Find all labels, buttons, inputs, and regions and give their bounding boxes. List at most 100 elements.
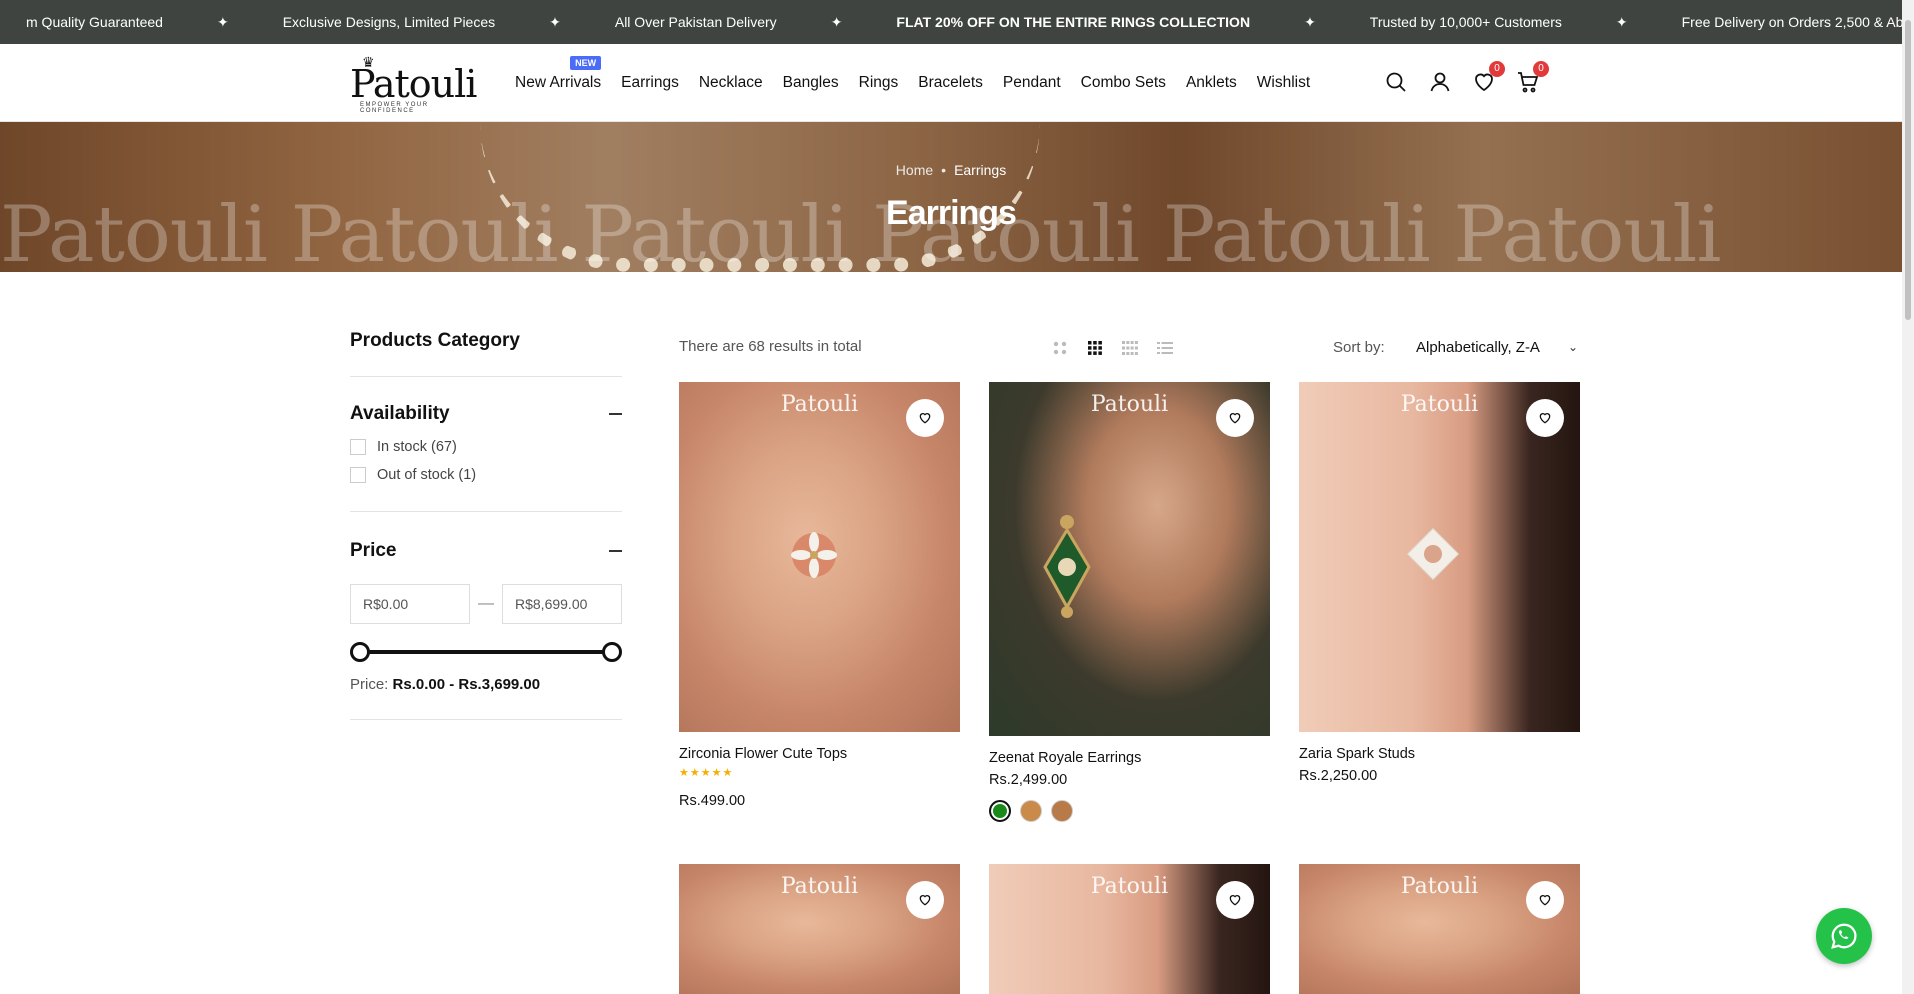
- announcement-message: Free Delivery on Orders 2,500 & Above: [1681, 14, 1902, 30]
- nav-pendant[interactable]: Pendant: [1003, 74, 1061, 92]
- filter-label: In stock (67): [377, 439, 457, 455]
- account-icon[interactable]: [1428, 70, 1452, 94]
- add-to-wishlist-button[interactable]: [1216, 881, 1254, 919]
- price-max-input[interactable]: R$8,699.00: [502, 584, 622, 624]
- price-inputs: R$0.00 — R$8,699.00: [350, 584, 622, 624]
- nav-wishlist[interactable]: Wishlist: [1257, 74, 1310, 92]
- product-card[interactable]: Patouli: [679, 864, 960, 994]
- cart-icon[interactable]: 0: [1516, 61, 1549, 94]
- heart-icon: [1229, 413, 1241, 424]
- product-name[interactable]: Zaria Spark Studs: [1299, 746, 1580, 762]
- list-view-icon[interactable]: [1157, 340, 1173, 356]
- nav-combo-sets[interactable]: Combo Sets: [1081, 74, 1166, 92]
- scrollbar-thumb[interactable]: [1905, 20, 1911, 320]
- announcement-message: All Over Pakistan Delivery: [614, 14, 777, 30]
- price-label-prefix: Price:: [350, 676, 389, 693]
- page-title: Earrings: [886, 194, 1017, 232]
- product-name[interactable]: Zeenat Royale Earrings: [989, 750, 1270, 766]
- product-price: Rs.2,250.00: [1299, 768, 1378, 784]
- nav-earrings[interactable]: Earrings: [621, 74, 679, 92]
- price-slider-min-handle[interactable]: [350, 642, 370, 662]
- earring-jhumka-graphic: [1043, 515, 1091, 618]
- sort-select[interactable]: Alphabetically, Z-A: [1416, 339, 1540, 356]
- price-header[interactable]: Price: [350, 540, 622, 562]
- earring-flower-graphic: [791, 532, 837, 578]
- breadcrumb: Home • Earrings: [0, 162, 1902, 178]
- header-icons: 0 0: [1384, 61, 1560, 94]
- main-nav: New Arrivals NEW Earrings Necklace Bangl…: [515, 44, 1330, 122]
- availability-header[interactable]: Availability: [350, 403, 622, 425]
- page-scrollbar[interactable]: [1902, 0, 1914, 994]
- filter-label: Out of stock (1): [377, 467, 477, 483]
- separator-star-icon: ✦: [549, 13, 561, 30]
- divider: [350, 511, 622, 512]
- nav-bracelets[interactable]: Bracelets: [918, 74, 983, 92]
- logo-text: Patouli: [350, 62, 477, 106]
- swatch-green[interactable]: [989, 800, 1011, 822]
- collapse-minus-icon[interactable]: [609, 413, 622, 415]
- filter-sidebar: Products Category Availability In stock …: [350, 330, 622, 720]
- add-to-wishlist-button[interactable]: [906, 399, 944, 437]
- grid-4-icon[interactable]: [1122, 340, 1138, 356]
- announcement-message: FLAT 20% OFF ON THE ENTIRE RINGS COLLECT…: [896, 14, 1251, 30]
- product-image[interactable]: Patouli: [989, 864, 1270, 994]
- separator-star-icon: ✦: [830, 13, 843, 30]
- nav-necklace[interactable]: Necklace: [699, 74, 763, 92]
- product-card[interactable]: Patouli Zaria Spark Studs Rs.2,250.00: [1299, 382, 1580, 784]
- results-count: There are 68 results in total: [679, 338, 862, 355]
- nav-new-arrivals[interactable]: New Arrivals NEW: [515, 56, 602, 92]
- add-to-wishlist-button[interactable]: [1526, 881, 1564, 919]
- whatsapp-chat-button[interactable]: [1816, 908, 1872, 964]
- grid-2-icon[interactable]: [1052, 340, 1068, 356]
- add-to-wishlist-button[interactable]: [1526, 399, 1564, 437]
- breadcrumb-home[interactable]: Home: [896, 162, 933, 178]
- collapse-minus-icon[interactable]: [609, 550, 622, 552]
- price-min-input[interactable]: R$0.00: [350, 584, 470, 624]
- price-slider[interactable]: [350, 642, 622, 662]
- heart-icon: [1229, 895, 1241, 906]
- product-card[interactable]: Patouli: [1299, 864, 1580, 994]
- nav-rings[interactable]: Rings: [859, 74, 899, 92]
- earring-stud-graphic: [1407, 528, 1459, 580]
- product-image[interactable]: Patouli: [679, 864, 960, 994]
- heart-icon: [1539, 413, 1551, 424]
- checkbox[interactable]: [350, 467, 366, 483]
- whatsapp-icon: [1831, 923, 1857, 949]
- nav-bangles[interactable]: Bangles: [783, 74, 839, 92]
- view-switcher: [1052, 340, 1192, 356]
- filter-in-stock[interactable]: In stock (67): [350, 439, 622, 455]
- price-heading: Price: [350, 540, 397, 561]
- site-logo[interactable]: ♛ Patouli EMPOWER YOUR CONFIDENCE: [350, 54, 480, 114]
- wishlist-heart-icon[interactable]: 0: [1472, 61, 1505, 94]
- checkbox[interactable]: [350, 439, 366, 455]
- product-price: Rs.2,499.00: [989, 772, 1068, 788]
- nav-anklets[interactable]: Anklets: [1186, 74, 1237, 92]
- new-badge: NEW: [570, 56, 602, 70]
- product-image[interactable]: Patouli: [679, 382, 960, 732]
- separator-star-icon: ✦: [216, 13, 229, 30]
- add-to-wishlist-button[interactable]: [1216, 399, 1254, 437]
- product-card[interactable]: Patouli Zeenat Royale Earrings Rs.2,499.…: [989, 382, 1270, 822]
- breadcrumb-separator: •: [941, 162, 947, 178]
- swatch-orange[interactable]: [1020, 800, 1042, 822]
- separator-star-icon: ✦: [1615, 13, 1628, 30]
- price-label-range: Rs.0.00 - Rs.3,699.00: [392, 676, 541, 693]
- product-name[interactable]: Zirconia Flower Cute Tops: [679, 746, 960, 762]
- product-rating: ★★★★★: [679, 767, 734, 779]
- product-image[interactable]: Patouli: [1299, 382, 1580, 732]
- price-slider-max-handle[interactable]: [602, 642, 622, 662]
- announcement-bar: m Quality Guaranteed ✦ Exclusive Designs…: [0, 0, 1902, 44]
- search-icon[interactable]: [1384, 70, 1408, 94]
- filter-out-of-stock[interactable]: Out of stock (1): [350, 467, 622, 483]
- product-image[interactable]: Patouli: [1299, 864, 1580, 994]
- product-price: Rs.499.00: [679, 793, 746, 809]
- price-separator: —: [478, 595, 494, 612]
- chevron-down-icon[interactable]: ⌄: [1568, 340, 1578, 354]
- products-category-heading[interactable]: Products Category: [350, 330, 622, 352]
- add-to-wishlist-button[interactable]: [906, 881, 944, 919]
- grid-3-icon[interactable]: [1087, 340, 1103, 356]
- product-image[interactable]: Patouli: [989, 382, 1270, 736]
- product-card[interactable]: Patouli: [989, 864, 1270, 994]
- product-card[interactable]: Patouli Zirconia Flower Cute Tops ★★★★★ …: [679, 382, 960, 809]
- swatch-bronze[interactable]: [1051, 800, 1073, 822]
